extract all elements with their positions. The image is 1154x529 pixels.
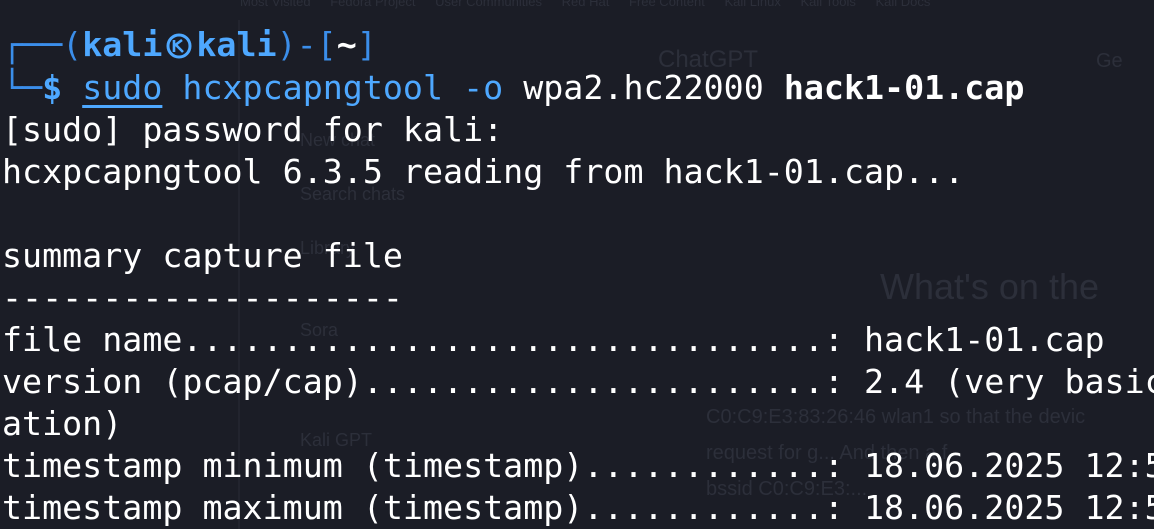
command-input-file: hack1-01.cap [783, 68, 1025, 107]
bookmark-item: Kali Linux [724, 0, 781, 9]
output-line: summary capture file [2, 236, 403, 275]
output-line: version (pcap/cap)......................… [2, 362, 1154, 401]
bookmark-item: Red Hat [561, 0, 610, 9]
bookmark-item: User Communities [435, 0, 543, 9]
bookmark-item: Kali Tools [800, 0, 856, 9]
command-flag: -o [463, 68, 504, 107]
kali-dragon-icon [166, 33, 192, 59]
prompt-line: ┌──(kali kali)-[~] [2, 24, 377, 66]
output-line: timestamp minimum (timestamp)...........… [2, 446, 1154, 485]
output-line: ation) [2, 404, 123, 443]
prompt-box-mid: )-[ [276, 25, 337, 64]
output-line: timestamp maximum (timestamp)...........… [2, 488, 1154, 527]
prompt-user: kali [82, 25, 163, 64]
output-line: -------------------- [2, 278, 403, 317]
prompt-path: ~ [336, 25, 357, 64]
prompt-symbol: $ [42, 68, 63, 107]
output-line: [sudo] password for kali: [2, 110, 504, 149]
command-line[interactable]: └─$ sudo hcxpcapngtool -o wpa2.hc22000 h… [2, 67, 1024, 109]
output-line: hcxpcapngtool 6.3.5 reading from hack1-0… [2, 152, 965, 191]
prompt-box-top: ┌──( [2, 25, 83, 64]
command-output-file: wpa2.hc22000 [523, 68, 764, 107]
terminal-window[interactable]: Most Visited Fedora Project User Communi… [0, 0, 1154, 529]
background-text-line: C0:C9:E3:83:26:46 wlan1 so that the devi… [706, 406, 1086, 428]
background-get-button: Ge [1096, 50, 1123, 72]
prompt-box-bottom: └─ [2, 68, 43, 107]
bookmark-item: Fedora Project [330, 0, 416, 9]
bookmarks-bar: Most Visited Fedora Project User Communi… [240, 0, 946, 9]
background-heading: What's on the [880, 266, 1099, 307]
output-line: file name...............................… [2, 320, 1105, 359]
command-tool: hcxpcapngtool [182, 68, 444, 107]
prompt-host: kali [196, 25, 277, 64]
command-sudo: sudo [82, 68, 163, 107]
bookmark-item: Kali Docs [875, 0, 931, 9]
bookmark-item: Most Visited [240, 0, 311, 9]
prompt-box-end: ] [356, 25, 377, 64]
bookmark-item: Free Content [628, 0, 705, 9]
